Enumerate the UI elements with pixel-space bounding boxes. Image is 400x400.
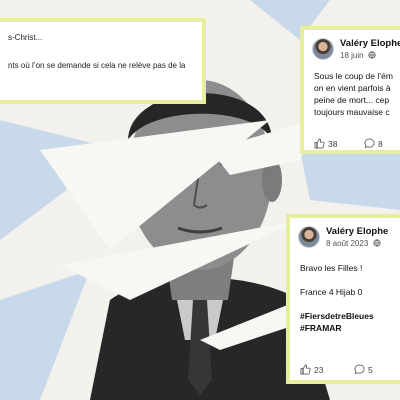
post-author[interactable]: Valéry Elophe	[340, 38, 400, 49]
avatar[interactable]	[298, 226, 320, 248]
post-card-left[interactable]: s-Christ... nts où l’on se demande si ce…	[0, 18, 206, 104]
post-body-line: Bravo les Filles !	[300, 263, 363, 273]
post-date-text: 8 août 2023	[326, 239, 369, 249]
post-body-line: toujours mauvaise c	[314, 107, 390, 117]
post-body-line: peine de mort... cep	[314, 95, 390, 105]
like-icon	[314, 138, 325, 149]
like-count: 38	[328, 138, 338, 149]
post-header: Valéry Elophe 18 juin	[312, 38, 400, 68]
comment-button[interactable]: 8	[364, 138, 383, 149]
post-body: Bravo les Filles ! France 4 Hijab 0 #Fie…	[300, 262, 374, 334]
comment-icon	[354, 364, 365, 375]
post-date[interactable]: 8 août 2023	[326, 239, 381, 249]
hashtag[interactable]: #FRAMAR	[300, 322, 374, 334]
globe-icon	[372, 239, 381, 249]
avatar[interactable]	[312, 38, 334, 60]
comment-icon	[364, 138, 375, 149]
like-count: 23	[314, 364, 324, 375]
like-icon	[300, 364, 311, 375]
post-body-line: Sous le coup de l’ém	[314, 71, 393, 81]
like-button[interactable]: 23	[300, 364, 323, 375]
post-left-line2: nts où l’on se demande si cela ne relève…	[8, 61, 186, 70]
post-author[interactable]: Valéry Elophe	[326, 226, 388, 237]
post-card-top[interactable]: Valéry Elophe 18 juin Sous le coup de l’…	[300, 26, 400, 154]
post-left-line1: s-Christ...	[8, 33, 43, 42]
post-body-line: France 4 Hijab 0	[300, 287, 363, 297]
post-date-text: 18 juin	[340, 51, 364, 61]
hashtag[interactable]: #FiersdetreBleues	[300, 310, 374, 322]
post-reactions: 38 8	[312, 138, 400, 150]
post-body-line: on en vient parfois à	[314, 83, 391, 93]
comment-count: 8	[378, 138, 383, 149]
post-date[interactable]: 18 juin	[340, 51, 376, 61]
globe-icon	[368, 51, 376, 61]
post-card-bottom[interactable]: Valéry Elophe 8 août 2023 Bravo les Fill…	[286, 214, 400, 384]
post-body: Sous le coup de l’ém on en vient parfois…	[314, 70, 393, 118]
comment-count: 5	[368, 364, 373, 375]
like-button[interactable]: 38	[314, 138, 337, 149]
comment-button[interactable]: 5	[354, 364, 373, 375]
post-header: Valéry Elophe 8 août 2023	[298, 226, 400, 256]
post-reactions: 23 5	[298, 364, 400, 378]
